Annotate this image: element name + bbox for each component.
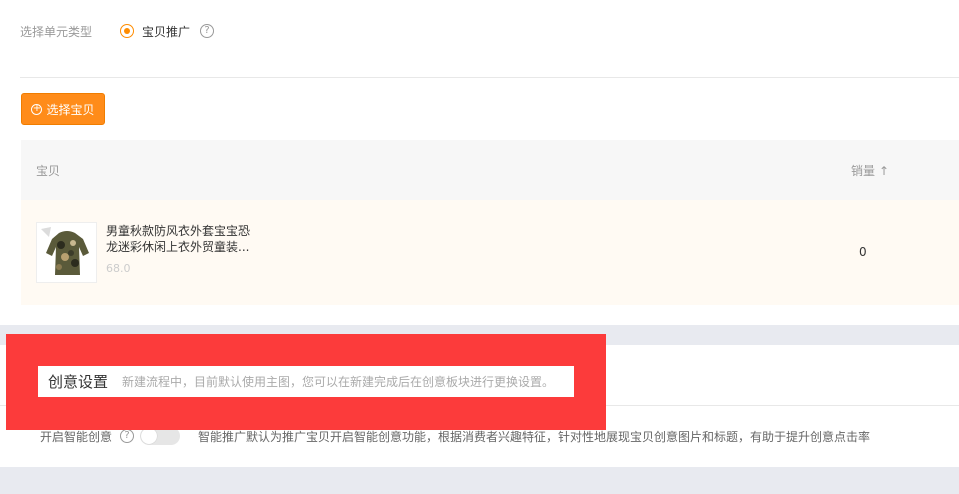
table-header: 宝贝 销量 ↑ <box>21 140 959 200</box>
column-header-sales[interactable]: 销量 ↑ <box>851 162 889 179</box>
product-title-line-2: 龙迷彩休闲上衣外贸童装... <box>106 240 250 254</box>
question-circle-icon[interactable]: ? <box>200 24 215 38</box>
question-circle-icon[interactable]: ? <box>120 429 135 443</box>
product-image <box>37 223 96 282</box>
unit-type-radio[interactable] <box>120 24 135 38</box>
creative-settings-description: 新建流程中，目前默认使用主图，您可以在新建完成后在创意板块进行更换设置。 <box>122 375 555 389</box>
creative-settings-title: 创意设置 <box>48 373 109 391</box>
table-row: 男童秋款防风衣外套宝宝恐 龙迷彩休闲上衣外贸童装... 68.0 0 <box>21 200 959 305</box>
column-header-item: 宝贝 <box>36 164 61 178</box>
select-item-label: 选择宝贝 <box>46 102 95 117</box>
sort-ascending-icon[interactable]: ↑ <box>879 164 889 178</box>
unit-config-panel: 选择单元类型 宝贝推广 ? + 选择宝贝 宝贝 销量 ↑ 男童秋款防风衣外套宝宝… <box>0 0 959 325</box>
toggle-knob <box>141 428 158 444</box>
smart-creative-description: 智能推广默认为推广宝贝开启智能创意功能，根据消费者兴趣特征，针对性地展现宝贝创意… <box>198 429 871 444</box>
select-item-button[interactable]: + 选择宝贝 <box>21 93 105 125</box>
product-title-line-1: 男童秋款防风衣外套宝宝恐 <box>106 224 251 238</box>
smart-creative-label: 开启智能创意 <box>40 429 113 444</box>
unit-type-option-label[interactable]: 宝贝推广 <box>142 23 190 40</box>
product-price: 68.0 <box>106 262 131 275</box>
unit-type-label: 选择单元类型 <box>20 24 93 39</box>
product-thumbnail <box>36 222 97 283</box>
unit-type-row: 选择单元类型 宝贝推广 ? <box>20 22 215 40</box>
sales-header-label: 销量 <box>851 164 876 178</box>
product-title[interactable]: 男童秋款防风衣外套宝宝恐 龙迷彩休闲上衣外贸童装... <box>106 223 266 255</box>
creative-title-row: 创意设置 新建流程中，目前默认使用主图，您可以在新建完成后在创意板块进行更换设置… <box>38 366 574 397</box>
product-sales: 0 <box>859 245 867 259</box>
plus-circle-icon: + <box>31 103 43 115</box>
divider <box>20 77 959 78</box>
